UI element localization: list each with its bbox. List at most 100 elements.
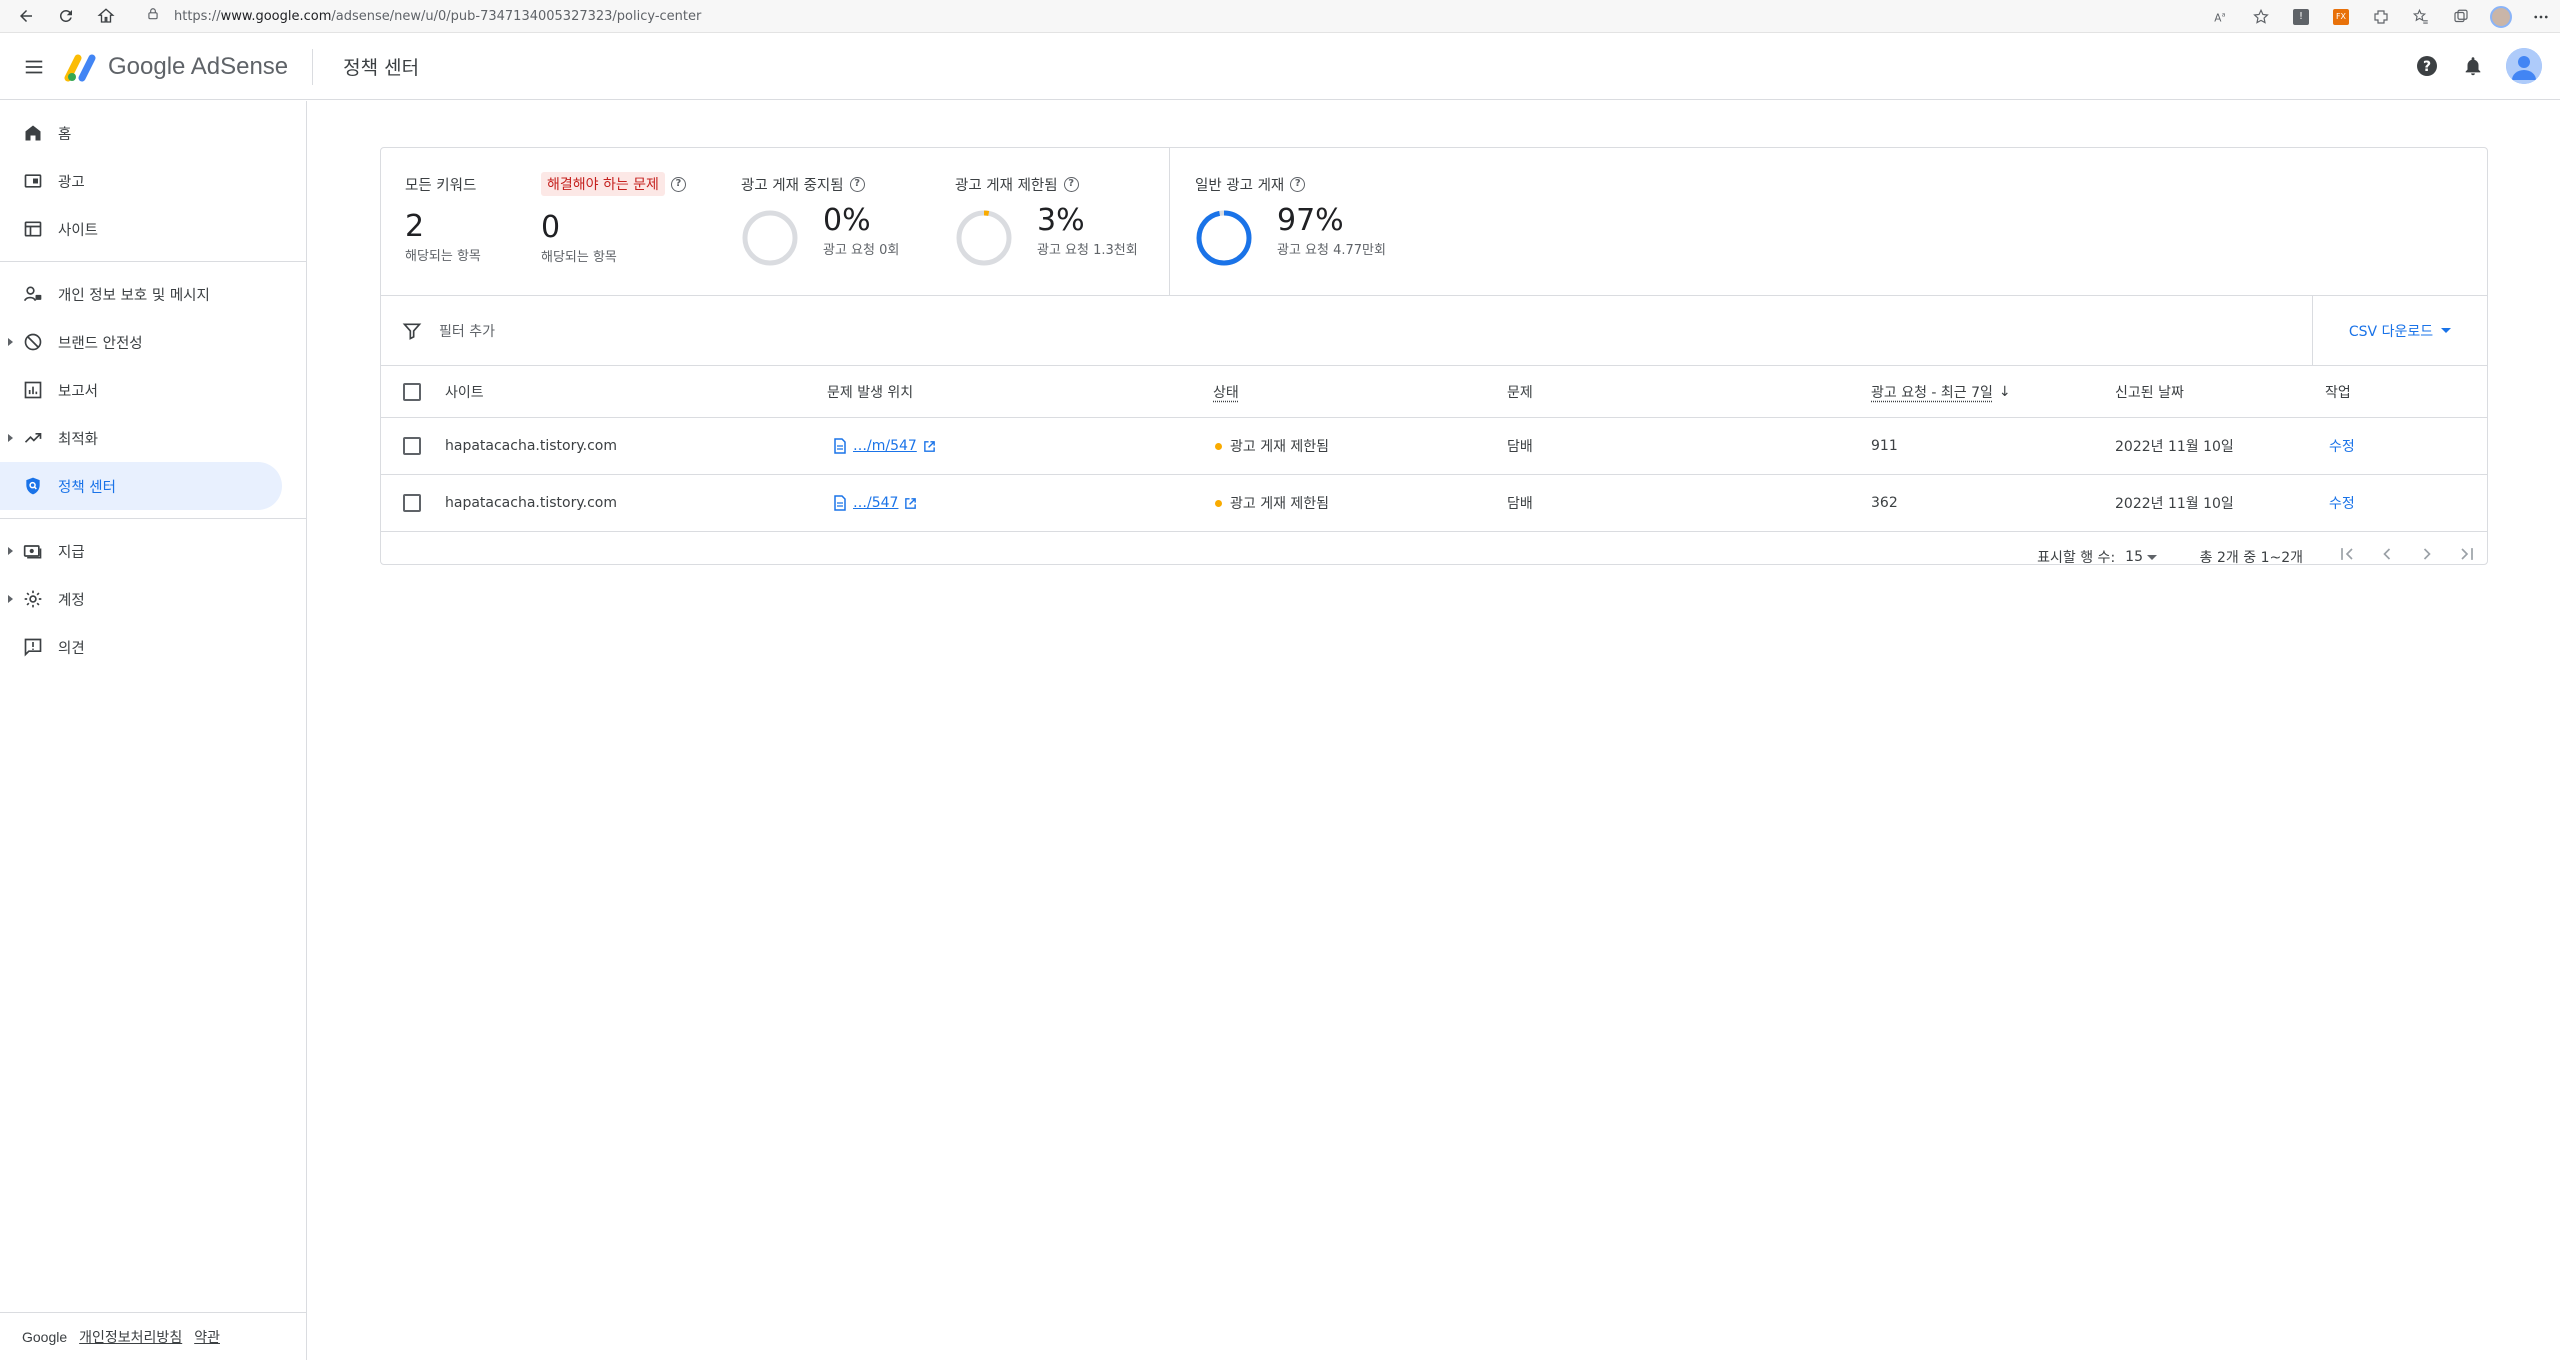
help-circle-icon[interactable]: ? xyxy=(849,177,865,192)
reload-icon[interactable] xyxy=(52,2,80,30)
filter-icon[interactable] xyxy=(401,320,423,342)
add-filter-input[interactable]: 필터 추가 xyxy=(439,321,495,341)
back-icon[interactable] xyxy=(12,2,40,30)
home-browser-icon[interactable] xyxy=(92,2,120,30)
sidebar-item-privacy[interactable]: 개인 정보 보호 및 메시지 xyxy=(0,270,282,318)
document-icon xyxy=(834,495,846,511)
col-header-status[interactable]: 상태 xyxy=(1213,366,1239,417)
adsense-logo[interactable]: Google AdSense xyxy=(64,52,288,82)
ads-icon xyxy=(22,170,44,192)
stat-all-keywords[interactable]: 모든 키워드 2 해당되는 항목 xyxy=(405,174,481,264)
dropdown-arrow-icon xyxy=(2441,328,2452,333)
stat-sub: 해당되는 항목 xyxy=(541,250,617,265)
sidebar-item-sites[interactable]: 사이트 xyxy=(0,205,282,253)
previous-page-icon[interactable] xyxy=(2375,542,2399,566)
menu-icon[interactable] xyxy=(22,55,46,79)
header-divider xyxy=(312,48,314,85)
col-header-requests[interactable]: 광고 요청 - 최근 7일 ↓ xyxy=(1871,366,2011,417)
table-header-row: 사이트 문제 발생 위치 상태 문제 광고 요청 - 최근 7일 ↓ 신고된 날… xyxy=(381,366,2487,418)
stat-restricted[interactable]: 광고 게재 제한됨? 3% 광고 요청 1.3천회 xyxy=(955,174,1138,267)
issue-location-link[interactable]: …/547 xyxy=(833,495,917,511)
normal-ring-chart xyxy=(1196,210,1252,266)
payments-icon xyxy=(22,540,44,562)
next-page-icon[interactable] xyxy=(2415,542,2439,566)
sidebar-item-feedback[interactable]: 의견 xyxy=(0,623,282,671)
block-icon xyxy=(22,331,44,353)
help-icon[interactable]: ? xyxy=(2414,53,2440,79)
svg-text:a: a xyxy=(2222,11,2226,18)
stat-to-fix[interactable]: 해결해야 하는 문제? 0 해당되는 항목 xyxy=(541,172,686,265)
read-aloud-icon[interactable]: Aa xyxy=(2210,6,2232,28)
sort-down-icon[interactable]: ↓ xyxy=(1999,384,2011,400)
address-bar[interactable]: https://www.google.com/adsense/new/u/0/p… xyxy=(146,3,2176,29)
sidebar-item-brand-safety[interactable]: 브랜드 안전성 xyxy=(0,318,282,366)
issue-location-link[interactable]: …/m/547 xyxy=(833,438,936,454)
sidebar-item-home[interactable]: 홈 xyxy=(0,109,282,157)
col-header-requests-label: 광고 요청 - 최근 7일 xyxy=(1871,384,1993,401)
url-path: /adsense/new/u/0/pub-7347134005327323/po… xyxy=(331,8,702,24)
extension-dark-icon[interactable]: ! xyxy=(2290,6,2312,28)
row-requests: 911 xyxy=(1871,438,1898,454)
col-header-issue[interactable]: 문제 xyxy=(1507,366,1533,417)
stat-label: 광고 게재 제한됨 xyxy=(955,178,1058,194)
favorites-icon[interactable] xyxy=(2410,6,2432,28)
help-circle-icon[interactable]: ? xyxy=(670,176,686,192)
edit-link[interactable]: 수정 xyxy=(2329,475,2355,531)
stat-label: 광고 게재 중지됨 xyxy=(741,178,844,194)
stopped-ring-chart xyxy=(742,210,798,266)
sidebar-item-label: 의견 xyxy=(58,640,85,657)
col-header-reported[interactable]: 신고된 날짜 xyxy=(2115,366,2184,417)
sites-icon xyxy=(22,218,44,240)
favorite-add-icon[interactable] xyxy=(2250,6,2272,28)
row-checkbox[interactable] xyxy=(403,494,421,512)
sidebar-divider xyxy=(0,261,306,262)
restricted-ring-chart xyxy=(956,210,1012,266)
terms-link[interactable]: 약관 xyxy=(194,1327,220,1347)
rows-per-page-select[interactable]: 15 xyxy=(2125,549,2157,565)
privacy-icon xyxy=(22,283,44,305)
stat-value: 0 xyxy=(541,210,561,245)
sidebar-item-label: 개인 정보 보호 및 메시지 xyxy=(58,287,210,304)
sidebar-item-payments[interactable]: 지급 xyxy=(0,527,282,575)
status-dot xyxy=(1215,499,1222,507)
first-page-icon[interactable] xyxy=(2335,542,2359,566)
privacy-policy-link[interactable]: 개인정보처리방침 xyxy=(79,1327,182,1347)
sidebar-item-label: 사이트 xyxy=(58,222,99,239)
rows-per-page-label: 표시할 행 수: xyxy=(2037,550,2116,566)
adsense-logo-icon xyxy=(64,52,100,82)
more-menu-icon[interactable] xyxy=(2530,6,2552,28)
col-header-location[interactable]: 문제 발생 위치 xyxy=(827,366,913,417)
sidebar-item-optimization[interactable]: 최적화 xyxy=(0,414,282,462)
sidebar-item-reports[interactable]: 보고서 xyxy=(0,366,282,414)
row-checkbox[interactable] xyxy=(403,437,421,455)
row-site: hapatacacha.tistory.com xyxy=(445,495,617,511)
help-circle-icon[interactable]: ? xyxy=(1290,177,1306,192)
last-page-icon[interactable] xyxy=(2455,542,2479,566)
pagination-range: 총 2개 중 1~2개 xyxy=(2199,550,2303,566)
row-site: hapatacacha.tistory.com xyxy=(445,438,617,454)
csv-download-button[interactable]: CSV 다운로드 xyxy=(2312,296,2487,365)
sidebar-item-policy-center[interactable]: 정책 센터 xyxy=(0,462,282,510)
sidebar-item-label: 광고 xyxy=(58,174,85,191)
extension-puzzle-icon[interactable] xyxy=(2370,6,2392,28)
notifications-icon[interactable] xyxy=(2460,53,2486,79)
collections-icon[interactable] xyxy=(2450,6,2472,28)
stat-label: 모든 키워드 xyxy=(405,178,477,194)
issue-location-text: …/547 xyxy=(853,495,899,511)
account-avatar[interactable] xyxy=(2506,48,2542,84)
stat-stopped[interactable]: 광고 게재 중지됨? 0% 광고 요청 0회 xyxy=(741,174,899,267)
help-circle-icon[interactable]: ? xyxy=(1063,177,1079,192)
expand-caret-icon xyxy=(8,595,13,603)
extension-orange-icon[interactable]: FX xyxy=(2330,6,2352,28)
sidebar-item-account[interactable]: 계정 xyxy=(0,575,282,623)
col-header-site[interactable]: 사이트 xyxy=(445,366,484,417)
stat-normal[interactable]: 일반 광고 게재? 97% 광고 요청 4.77만회 xyxy=(1195,174,1386,267)
issue-location-text: …/m/547 xyxy=(853,438,917,454)
feedback-icon xyxy=(22,636,44,658)
select-all-checkbox[interactable] xyxy=(403,382,421,401)
edit-link[interactable]: 수정 xyxy=(2329,418,2355,474)
sidebar-item-ads[interactable]: 광고 xyxy=(0,157,282,205)
summary-divider xyxy=(1169,148,1170,296)
stat-sub: 광고 요청 4.77만회 xyxy=(1277,243,1386,258)
browser-profile-avatar[interactable] xyxy=(2490,6,2512,28)
